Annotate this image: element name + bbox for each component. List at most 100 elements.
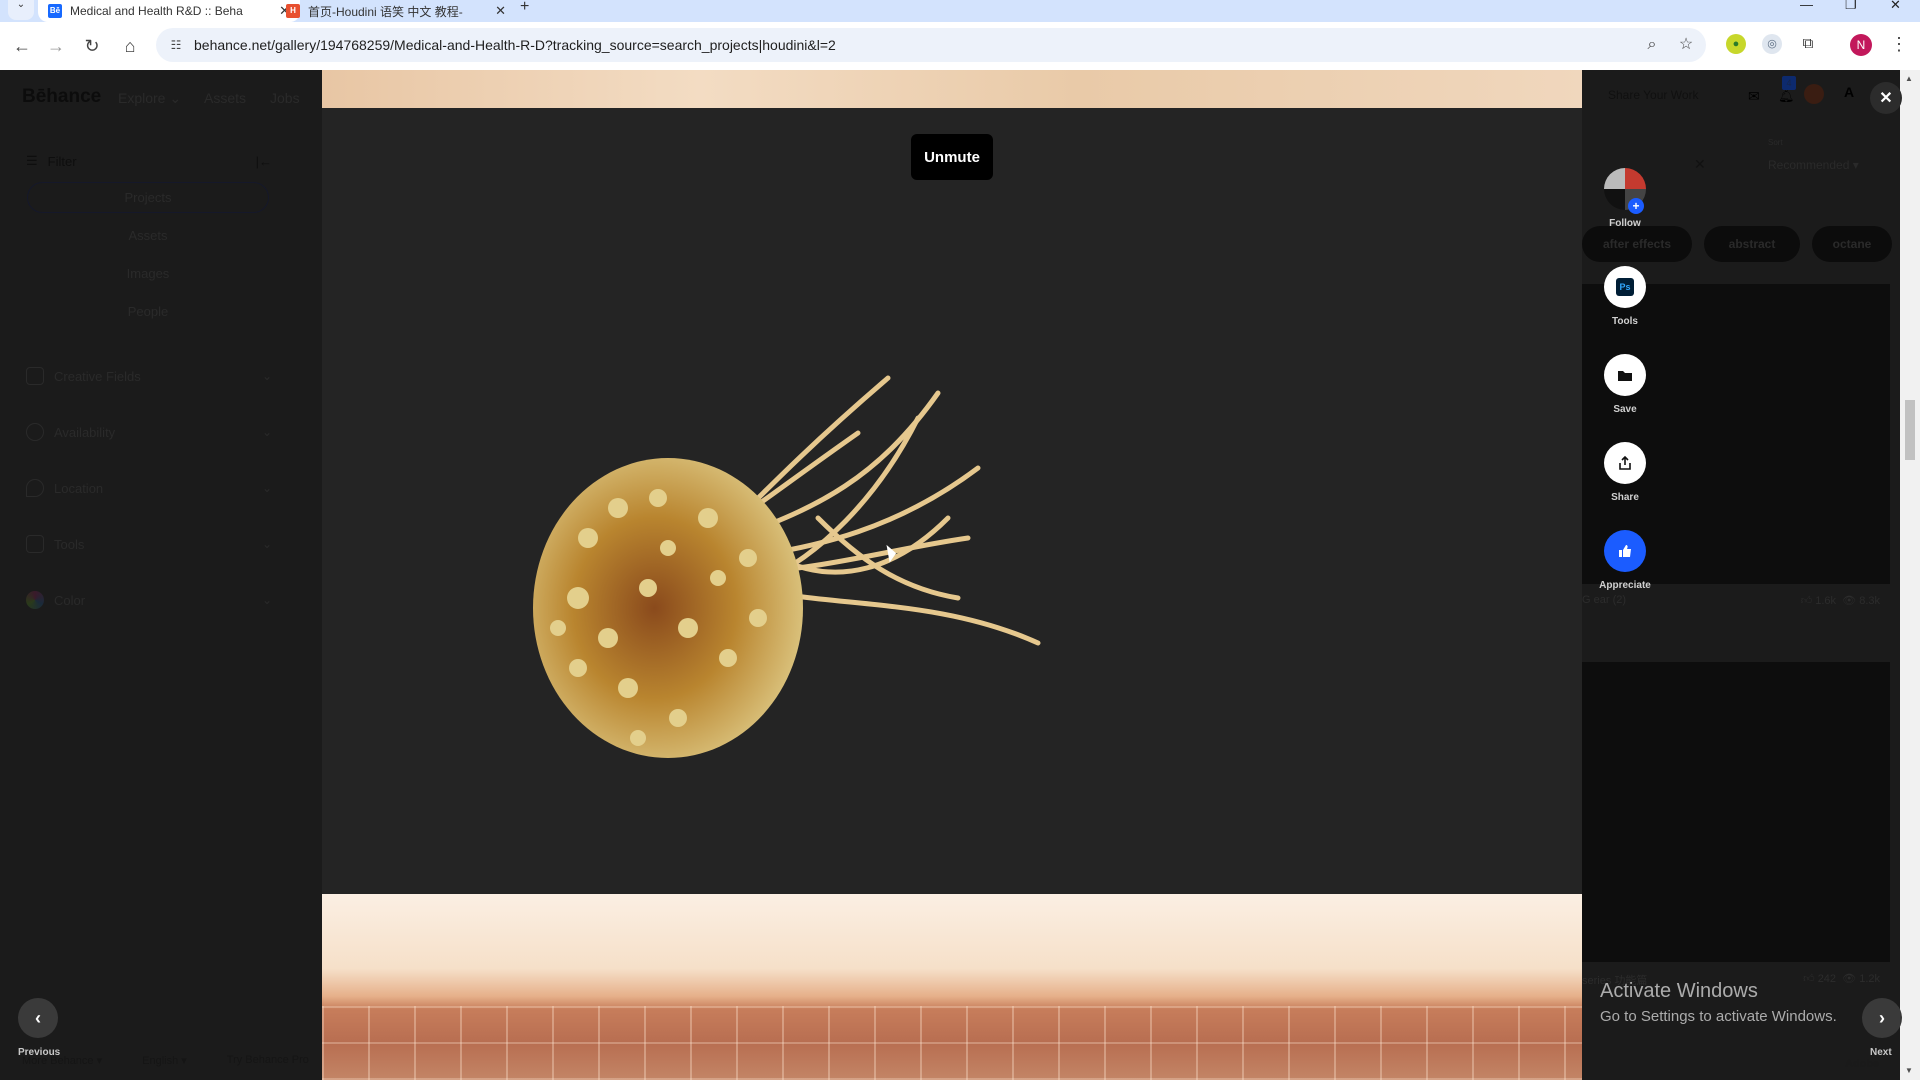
mail-icon[interactable]: ✉	[1748, 88, 1760, 105]
thumbs-up-icon: 👍︎	[1800, 595, 1813, 607]
type-people[interactable]: People	[27, 304, 269, 319]
zoom-icon[interactable]: ⌕	[1642, 35, 1662, 55]
shapes-icon	[26, 367, 44, 385]
user-avatar[interactable]	[1804, 84, 1824, 104]
restore-icon[interactable]: ❐	[1845, 0, 1857, 11]
nav-assets[interactable]: Assets	[204, 90, 246, 106]
appreciate-action[interactable]: Appreciate	[1599, 530, 1651, 591]
collapse-filter-icon[interactable]: |←	[256, 154, 272, 169]
scrollbar-thumb[interactable]	[1905, 400, 1915, 460]
previous-project-button[interactable]: ‹	[18, 998, 58, 1038]
back-icon[interactable]: ←	[10, 34, 34, 58]
card-title[interactable]: G ear (2)	[1582, 594, 1626, 606]
chevron-down-icon: ⌄	[261, 481, 272, 495]
tag-chip[interactable]: after effects	[1582, 226, 1692, 262]
tag-chip[interactable]: abstract	[1704, 226, 1800, 262]
tools-label: Tools	[1612, 316, 1638, 327]
thumbs-up-icon: 👍︎	[1803, 973, 1815, 985]
new-tab-button[interactable]: +	[520, 0, 529, 15]
share-button[interactable]	[1604, 442, 1646, 484]
search-sidebar: Bēhance Explore ⌄ Assets Jobs ☰ Filter |…	[0, 70, 322, 1080]
address-bar[interactable]: ☷ behance.net/gallery/194768259/Medical-…	[156, 28, 1706, 62]
appreciate-button[interactable]	[1604, 530, 1646, 572]
project-image-bottom	[322, 894, 1582, 1080]
next-project-button[interactable]: ›	[1862, 998, 1902, 1038]
bell-icon[interactable]: 🔔︎	[1778, 88, 1795, 104]
follow-plus-icon[interactable]: +	[1628, 198, 1644, 214]
facet-label: Color	[54, 592, 86, 608]
photoshop-icon: Ps	[1616, 278, 1634, 296]
next-label: Next	[1870, 1047, 1892, 1058]
page-scrollbar[interactable]: ▲ ▼	[1900, 70, 1920, 1080]
location-pin-icon	[26, 479, 44, 497]
try-pro-link[interactable]: Try Behance Pro	[227, 1054, 309, 1067]
scroll-down-icon[interactable]: ▼	[1905, 1066, 1913, 1075]
behance-favicon-icon: Bē	[48, 4, 62, 18]
minimize-icon[interactable]: —	[1800, 0, 1813, 11]
scroll-up-icon[interactable]: ▲	[1905, 74, 1913, 83]
adobe-logo[interactable]: A	[1844, 84, 1854, 100]
site-info-icon[interactable]: ☷	[166, 35, 186, 55]
facet-label: Creative Fields	[54, 368, 141, 384]
extension-green-icon[interactable]: ●	[1726, 34, 1746, 54]
close-tab-icon[interactable]: ✕	[495, 3, 506, 19]
project-video[interactable]: Unmute	[322, 108, 1582, 894]
facet-tools[interactable]: Tools ⌄	[26, 532, 272, 556]
close-viewer-button[interactable]: ✕	[1870, 82, 1902, 114]
url-text[interactable]: behance.net/gallery/194768259/Medical-an…	[194, 37, 836, 53]
browser-menu-icon[interactable]: ⋮	[1890, 34, 1908, 54]
behance-logo[interactable]: Bēhance	[22, 86, 101, 108]
appreciate-label: Appreciate	[1599, 580, 1651, 591]
type-images[interactable]: Images	[27, 266, 269, 281]
reload-icon[interactable]: ↻	[80, 34, 104, 58]
facet-color[interactable]: Color ⌄	[26, 588, 272, 612]
tab-behance[interactable]: Bē Medical and Health R&D :: Beha ✕	[38, 0, 300, 22]
tools-action[interactable]: Ps Tools	[1604, 266, 1646, 327]
tab-houdini[interactable]: H 首页-Houdini 语笑 中文 教程- ✕	[276, 0, 516, 22]
project-card-thumbnail[interactable]	[1582, 662, 1890, 962]
share-your-work-link[interactable]: Share Your Work	[1608, 88, 1699, 102]
tools-button[interactable]: Ps	[1604, 266, 1646, 308]
tissue-texture	[322, 1006, 1582, 1080]
window-close-icon[interactable]: ✕	[1890, 0, 1901, 11]
houdini-favicon-icon: H	[286, 4, 300, 18]
extensions-puzzle-icon[interactable]: ⧉	[1798, 34, 1818, 54]
unmute-button[interactable]: Unmute	[911, 134, 993, 180]
forward-icon[interactable]: →	[44, 34, 68, 58]
activate-windows-subtitle: Go to Settings to activate Windows.	[1600, 1008, 1837, 1025]
profile-avatar[interactable]: N	[1850, 34, 1872, 56]
person-search-icon	[26, 423, 44, 441]
eye-icon: 👁︎	[1842, 595, 1857, 607]
save-action[interactable]: Save	[1604, 354, 1646, 415]
view-count: 8.3k	[1859, 595, 1880, 607]
nav-jobs[interactable]: Jobs	[270, 90, 300, 106]
view-count: 1.2k	[1859, 973, 1880, 985]
save-button[interactable]	[1604, 354, 1646, 396]
clear-search-icon[interactable]: ✕	[1694, 156, 1706, 173]
language-select[interactable]: English ▾	[142, 1054, 187, 1067]
eye-icon: 👁︎	[1842, 973, 1857, 985]
facet-location[interactable]: Location ⌄	[26, 476, 272, 500]
extension-gray-icon[interactable]: ◎	[1762, 34, 1782, 54]
facet-label: Location	[54, 480, 104, 496]
type-assets[interactable]: Assets	[27, 228, 269, 243]
tab-search-button[interactable]: ⌄	[8, 0, 34, 20]
home-icon[interactable]: ⌂	[118, 34, 142, 58]
type-projects[interactable]: Projects	[27, 182, 269, 213]
nav-explore[interactable]: Explore ⌄	[118, 90, 181, 107]
share-label: Share	[1611, 492, 1639, 503]
facet-creative-fields[interactable]: Creative Fields ⌄	[26, 364, 272, 388]
share-action[interactable]: Share	[1604, 442, 1646, 503]
facet-availability[interactable]: Availability ⌄	[26, 420, 272, 444]
card-stats: 👍︎ 1.6k 👁︎ 8.3k	[1801, 594, 1880, 607]
share-icon	[1619, 455, 1631, 470]
appreciation-count: 242	[1817, 973, 1837, 985]
browser-tabstrip: ⌄ Bē Medical and Health R&D :: Beha ✕ H …	[0, 0, 1920, 22]
sort-dropdown[interactable]: Recommended ▾	[1768, 158, 1859, 172]
sidebar-footer: More Behance ▾ English ▾ Try Behance Pro	[22, 1054, 309, 1067]
tag-chip[interactable]: octane	[1812, 226, 1892, 262]
project-viewer: Unmute	[322, 70, 1582, 1080]
chevron-down-icon: ⌄	[261, 593, 272, 607]
bookmark-star-icon[interactable]: ☆	[1676, 35, 1696, 55]
facet-label: Tools	[54, 536, 85, 552]
